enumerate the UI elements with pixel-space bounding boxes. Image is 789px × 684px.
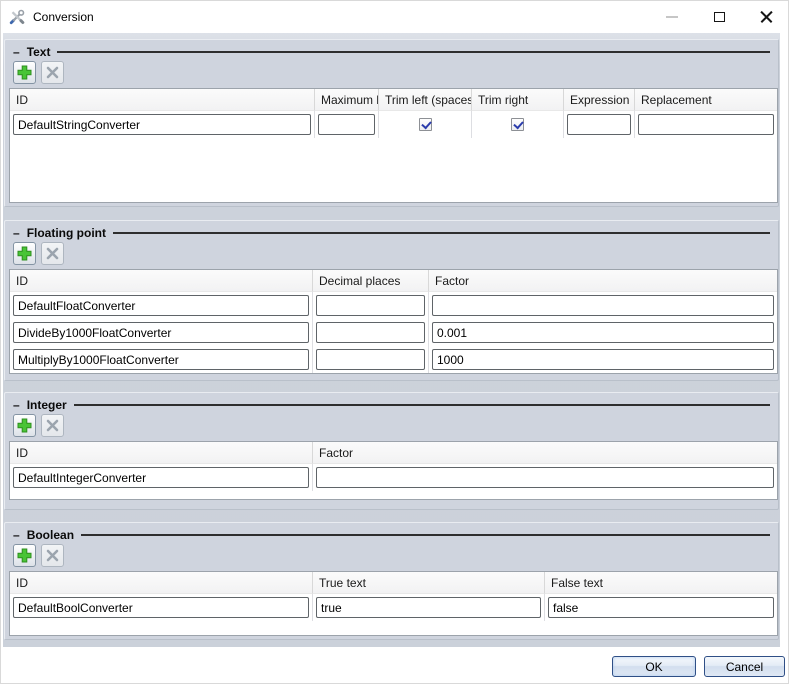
boolean-converters-table: ID True text False text <box>9 571 778 636</box>
float-converters-table: ID Decimal places Factor <box>9 269 778 374</box>
replacement-input[interactable] <box>638 114 774 135</box>
column-header: ID <box>10 442 313 464</box>
decimal-places-input[interactable] <box>316 349 425 370</box>
group-boolean-toolbar <box>13 544 778 567</box>
group-text-header: – Text <box>5 40 778 58</box>
group-integer-toolbar <box>13 414 778 437</box>
group-label: Integer <box>27 398 67 412</box>
collapse-icon[interactable]: – <box>13 530 20 540</box>
group-boolean-header: – Boolean <box>5 523 778 541</box>
window-title: Conversion <box>33 10 94 24</box>
factor-input[interactable] <box>432 349 774 370</box>
true-text-input[interactable] <box>316 597 541 618</box>
collapse-icon[interactable]: – <box>13 228 20 238</box>
group-rule <box>57 51 770 53</box>
id-input[interactable] <box>13 295 309 316</box>
conversion-dialog: Conversion – Text ID <box>0 0 789 684</box>
add-row-button[interactable] <box>13 414 36 437</box>
id-input[interactable] <box>13 349 309 370</box>
integer-converters-table: ID Factor <box>9 441 778 500</box>
group-label: Text <box>27 45 51 59</box>
dialog-content: – Text ID Maximum len Trim left (spaces)… <box>3 33 780 647</box>
group-floating-point: – Floating point ID Decimal places Facto… <box>4 220 779 381</box>
group-label: Boolean <box>27 528 74 542</box>
dialog-footer: OK Cancel <box>1 647 789 684</box>
column-header: Trim right <box>472 89 564 111</box>
delete-row-button <box>41 544 64 567</box>
factor-input[interactable] <box>432 322 774 343</box>
factor-input[interactable] <box>432 295 774 316</box>
close-icon[interactable] <box>759 9 774 24</box>
delete-row-button <box>41 242 64 265</box>
column-header: Trim left (spaces) <box>379 89 472 111</box>
id-input[interactable] <box>13 114 311 135</box>
id-input[interactable] <box>13 322 309 343</box>
collapse-icon[interactable]: – <box>13 47 20 57</box>
column-header: Replacement <box>635 89 777 111</box>
decimal-places-input[interactable] <box>316 322 425 343</box>
group-integer-header: – Integer <box>5 393 778 411</box>
group-text-toolbar <box>13 61 778 84</box>
id-input[interactable] <box>13 467 309 488</box>
false-text-input[interactable] <box>548 597 774 618</box>
tools-icon <box>9 9 25 25</box>
id-input[interactable] <box>13 597 309 618</box>
add-row-button[interactable] <box>13 242 36 265</box>
column-header: ID <box>10 572 313 594</box>
add-row-button[interactable] <box>13 61 36 84</box>
column-header: False text <box>545 572 777 594</box>
column-header: ID <box>10 270 313 292</box>
column-header: Decimal places <box>313 270 429 292</box>
table-empty-area <box>10 621 777 635</box>
trim-left-checkbox[interactable] <box>419 118 432 131</box>
expression-input[interactable] <box>567 114 631 135</box>
column-header: Expression <box>564 89 635 111</box>
cancel-button[interactable]: Cancel <box>704 656 785 677</box>
column-header: Factor <box>429 270 777 292</box>
collapse-icon[interactable]: – <box>13 400 20 410</box>
titlebar[interactable]: Conversion <box>1 1 788 32</box>
group-integer: – Integer ID Factor <box>4 392 779 510</box>
group-label: Floating point <box>27 226 106 240</box>
column-header: Maximum len <box>315 89 379 111</box>
group-text: – Text ID Maximum len Trim left (spaces)… <box>4 39 779 207</box>
minimize-icon <box>665 10 679 24</box>
maximum-length-input[interactable] <box>318 114 375 135</box>
table-empty-area <box>10 491 777 499</box>
group-float-toolbar <box>13 242 778 265</box>
column-header: Factor <box>313 442 777 464</box>
column-header: ID <box>10 89 315 111</box>
ok-button[interactable]: OK <box>612 656 696 677</box>
maximize-icon[interactable] <box>712 10 726 24</box>
table-empty-area <box>10 138 777 202</box>
text-converters-table: ID Maximum len Trim left (spaces) Trim r… <box>9 88 778 203</box>
group-rule <box>74 404 770 406</box>
group-rule <box>81 534 770 536</box>
group-boolean: – Boolean ID True text False text <box>4 522 779 640</box>
group-float-header: – Floating point <box>5 221 778 239</box>
trim-right-checkbox[interactable] <box>511 118 524 131</box>
delete-row-button <box>41 414 64 437</box>
factor-input[interactable] <box>316 467 774 488</box>
window-controls <box>665 1 774 32</box>
delete-row-button <box>41 61 64 84</box>
add-row-button[interactable] <box>13 544 36 567</box>
column-header: True text <box>313 572 545 594</box>
group-rule <box>113 232 770 234</box>
decimal-places-input[interactable] <box>316 295 425 316</box>
